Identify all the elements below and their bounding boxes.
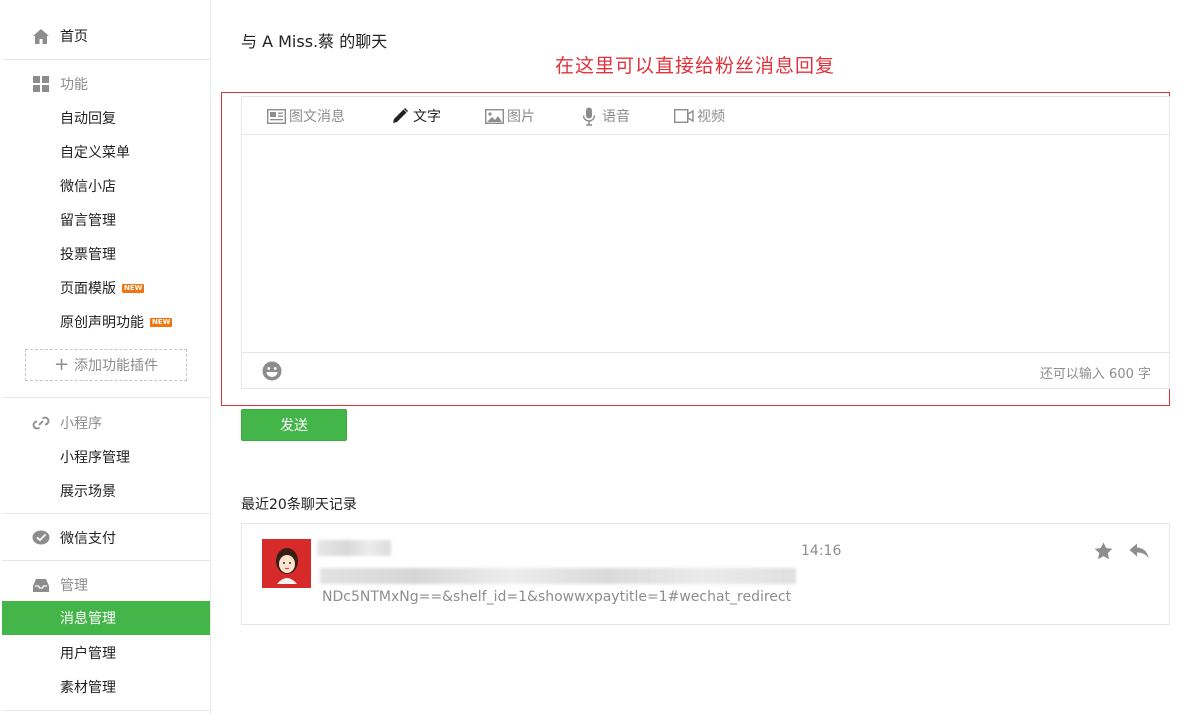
microphone-icon (579, 107, 599, 126)
emoji-icon[interactable] (262, 361, 282, 385)
divider (2, 513, 210, 514)
editor-footer: 还可以输入 600 字 (242, 352, 1169, 389)
sidebar-item-wechat-store[interactable]: 微信小店 (0, 169, 210, 203)
divider (2, 710, 210, 711)
sidebar-item-original-declaration[interactable]: 原创声明功能 NEW (0, 305, 210, 339)
page-title: 与 A Miss.蔡 的聊天 (241, 32, 388, 51)
sidebar-item-label: 自动回复 (60, 111, 116, 127)
tab-label: 视频 (697, 109, 725, 125)
message-time: 14:16 (801, 543, 842, 559)
sidebar-item-label: 消息管理 (60, 611, 116, 627)
tab-video[interactable]: 视频 (674, 97, 725, 135)
tab-voice[interactable]: 语音 (579, 97, 630, 135)
avatar[interactable] (262, 539, 311, 588)
char-counter: 还可以输入 600 字 (1039, 367, 1151, 382)
reply-icon[interactable] (1129, 543, 1149, 563)
tab-text[interactable]: 文字 (390, 97, 441, 135)
sidebar-item-label: 素材管理 (60, 680, 116, 696)
wechat-pay-icon (32, 529, 50, 547)
sidebar-item-label: 留言管理 (60, 213, 116, 229)
send-button[interactable]: 发送 (241, 409, 347, 441)
add-plugin-button[interactable]: + 添加功能插件 (25, 349, 187, 381)
sidebar-item-label: 微信支付 (60, 531, 116, 547)
image-icon (484, 107, 504, 125)
sidebar-item-label: 小程序管理 (60, 450, 130, 466)
sidebar-item-label: 微信小店 (60, 179, 116, 195)
reply-editor: 图文消息 文字 图片 语音 视频 还可以输入 600 字 (241, 96, 1170, 389)
sidebar-category-label: 功能 (60, 77, 88, 93)
sidebar-item-label: 用户管理 (60, 646, 116, 662)
video-icon (674, 107, 694, 125)
message-history: 14:16 NDc5NTMxNg==&shelf_id=1&showwxpayt… (241, 523, 1170, 625)
divider (2, 560, 210, 561)
add-plugin-label: 添加功能插件 (74, 358, 159, 374)
new-badge: NEW (150, 317, 173, 327)
message-type-tabs: 图文消息 文字 图片 语音 视频 (242, 97, 1169, 135)
star-icon[interactable] (1094, 542, 1113, 564)
tab-news[interactable]: 图文消息 (266, 97, 345, 135)
new-badge: NEW (122, 283, 145, 293)
sidebar-item-materials[interactable]: 素材管理 (0, 670, 210, 704)
tab-label: 图文消息 (289, 109, 345, 125)
message-preview-blurred (320, 568, 796, 584)
divider (2, 59, 210, 60)
divider (2, 397, 210, 398)
sidebar-category-features: 功能 (0, 67, 210, 101)
sidebar-item-page-templates[interactable]: 页面模版 NEW (0, 271, 210, 305)
sidebar-category-manage: 管理 (0, 568, 210, 602)
home-icon (32, 27, 50, 45)
sidebar-item-label: 展示场景 (60, 484, 116, 500)
sidebar-item-auto-reply[interactable]: 自动回复 (0, 101, 210, 135)
annotation-text: 在这里可以直接给粉丝消息回复 (555, 55, 836, 77)
sidebar-item-label: 原创声明功能 (60, 315, 144, 331)
tab-label: 图片 (507, 109, 535, 125)
sidebar-item-label: 自定义菜单 (60, 145, 130, 161)
sidebar-item-mini-program-manage[interactable]: 小程序管理 (0, 440, 210, 474)
sidebar-item-users[interactable]: 用户管理 (0, 636, 210, 670)
sidebar-item-comments[interactable]: 留言管理 (0, 203, 210, 237)
link-icon (32, 414, 50, 432)
sidebar-item-display-scenes[interactable]: 展示场景 (0, 474, 210, 508)
sidebar-category-mini-program: 小程序 (0, 406, 210, 440)
sidebar-item-messages[interactable]: 消息管理 (2, 601, 210, 635)
message-textarea[interactable] (242, 136, 1169, 352)
sidebar-item-label: 投票管理 (60, 247, 116, 263)
grid-icon (32, 75, 50, 93)
plus-icon: + (53, 354, 70, 375)
message-text: NDc5NTMxNg==&shelf_id=1&showwxpaytitle=1… (322, 589, 792, 605)
sidebar-item-custom-menu[interactable]: 自定义菜单 (0, 135, 210, 169)
sidebar-item-home[interactable]: 首页 (0, 18, 210, 54)
sidebar-item-label: 页面模版 (60, 281, 116, 297)
tab-image[interactable]: 图片 (484, 97, 535, 135)
sidebar-item-votes[interactable]: 投票管理 (0, 237, 210, 271)
inbox-icon (32, 576, 50, 594)
sender-name-blurred (317, 540, 391, 556)
news-icon (266, 107, 286, 125)
sidebar-category-label: 小程序 (60, 416, 102, 432)
sidebar-category-label: 管理 (60, 578, 88, 594)
tab-label: 语音 (602, 109, 630, 125)
sidebar-item-wechat-pay[interactable]: 微信支付 (0, 521, 210, 555)
tab-label: 文字 (413, 109, 441, 125)
history-heading: 最近20条聊天记录 (241, 497, 357, 513)
sidebar-home-label: 首页 (60, 29, 88, 45)
sidebar: 首页 功能 自动回复 自定义菜单 微信小店 留言管理 投票管理 页面模版 NEW… (0, 0, 211, 714)
pencil-icon (390, 107, 410, 125)
